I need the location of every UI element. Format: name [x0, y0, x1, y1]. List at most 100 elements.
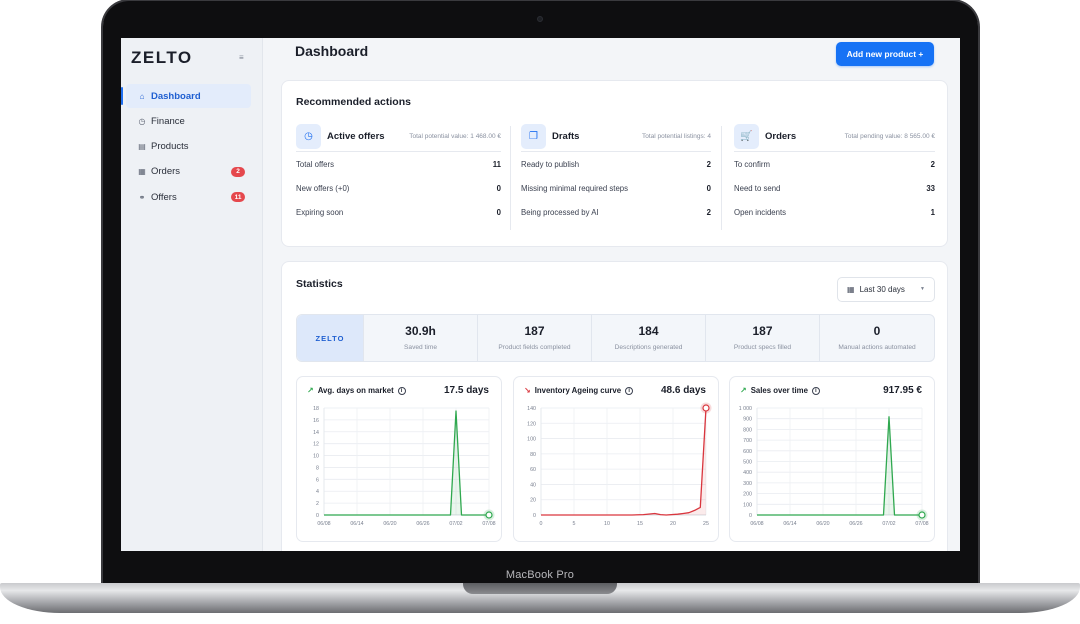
orders-title: Orders — [765, 131, 797, 142]
chart-sales-over-time[interactable]: ↗ Sales over time i 917.95 € 0 100 200 300 400… — [729, 376, 935, 542]
last-point-marker — [702, 404, 710, 412]
sidebar-item-products[interactable]: ▤ Products — [126, 135, 251, 159]
x-tick-label: 06/20 — [816, 521, 829, 527]
y-tick-label: 0 — [533, 513, 536, 519]
brand-logo: ZELTO — [297, 315, 363, 361]
main-content: Dashboard Add new product + Recommended … — [281, 38, 951, 551]
kpi-label: Product fields completed — [498, 344, 571, 351]
box-icon: ▤ — [138, 142, 146, 152]
kpi-descriptions: 184 Descriptions generated — [591, 315, 705, 361]
kpi-manual-actions: 0 Manual actions automated — [819, 315, 934, 361]
series-line — [757, 416, 922, 516]
kpi-value: 187 — [524, 324, 545, 338]
row-value: 0 — [706, 183, 711, 193]
period-select-value: Last 30 days — [859, 285, 905, 294]
sidebar-item-label: Orders — [151, 166, 181, 178]
y-tick-label: 100 — [527, 437, 536, 443]
x-tick-label: 06/14 — [350, 521, 363, 527]
y-tick-label: 12 — [313, 442, 319, 448]
recommended-actions-title: Recommended actions — [296, 96, 411, 108]
y-tick-label: 14 — [313, 430, 319, 436]
kpi-label: Product specs filled — [733, 344, 792, 351]
sidebar-item-label: Dashboard — [151, 90, 201, 102]
active-offers-header[interactable]: ◷ Active offers Total potential value: 1… — [296, 124, 501, 152]
period-select[interactable]: ▦ Last 30 days ▼ — [837, 277, 935, 302]
y-tick-label: 500 — [743, 460, 752, 466]
y-tick-label: 2 — [316, 501, 319, 507]
list-item[interactable]: Expiring soon 0 — [296, 200, 501, 224]
camera-icon — [537, 16, 543, 22]
list-item[interactable]: To confirm 2 — [734, 152, 935, 176]
y-tick-label: 18 — [313, 406, 319, 412]
chart-avg-days-on-market[interactable]: ↗ Avg. days on market i 17.5 days 0 2 4 6 8 10 1… — [296, 376, 502, 542]
row-label: New offers (+0) — [296, 183, 350, 193]
kpi-label: Manual actions automated — [838, 344, 916, 351]
y-tick-label: 700 — [743, 438, 752, 444]
y-tick-label: 0 — [749, 513, 752, 519]
list-item[interactable]: Missing minimal required steps 0 — [521, 176, 711, 200]
row-value: 0 — [496, 183, 501, 193]
y-tick-label: 200 — [743, 492, 752, 498]
app-logo[interactable]: ZELTO — [131, 48, 193, 68]
sidebar: ZELTO ≡ ⌂ Dashboard ◷ Finance ▤ Products… — [121, 38, 263, 551]
row-value: 2 — [930, 159, 935, 169]
kpi-strip: ZELTO 30.9h Saved time 187 Product field… — [296, 314, 935, 362]
screen: ZELTO ≡ ⌂ Dashboard ◷ Finance ▤ Products… — [121, 38, 960, 551]
sidebar-item-dashboard[interactable]: ⌂ Dashboard — [121, 84, 251, 108]
x-tick-label: 5 — [573, 521, 576, 527]
drafts-meta: Total potential listings: 4 — [641, 133, 711, 140]
row-label: Expiring soon — [296, 207, 344, 217]
list-item[interactable]: Need to send 33 — [734, 176, 935, 200]
row-value: 33 — [926, 183, 935, 193]
x-tick-label: 07/08 — [482, 521, 495, 527]
add-new-product-button[interactable]: Add new product + — [836, 42, 934, 66]
receipt-icon: ▦ — [138, 167, 146, 177]
drafts-header[interactable]: ❐ Drafts Total potential listings: 4 — [521, 124, 711, 152]
y-tick-label: 80 — [530, 452, 536, 458]
y-tick-label: 300 — [743, 481, 752, 487]
active-offers-meta: Total potential value: 1 468.00 € — [409, 133, 501, 140]
row-value: 11 — [492, 159, 501, 169]
x-tick-label: 06/14 — [783, 521, 796, 527]
sidebar-item-label: Products — [151, 141, 189, 153]
list-item[interactable]: New offers (+0) 0 — [296, 176, 501, 200]
x-tick-label: 06/26 — [849, 521, 862, 527]
x-tick-label: 20 — [670, 521, 676, 527]
device-label: MacBook Pro — [505, 569, 575, 581]
y-tick-label: 20 — [530, 498, 536, 504]
kpi-product-specs: 187 Product specs filled — [705, 315, 819, 361]
tag-icon: ⚭ — [138, 192, 146, 202]
clock-icon: ◷ — [296, 124, 321, 149]
x-tick-label: 15 — [637, 521, 643, 527]
row-value: 0 — [496, 207, 501, 217]
offers-count-badge: 11 — [231, 192, 245, 203]
series-area — [541, 408, 706, 515]
list-item[interactable]: Open incidents 1 — [734, 200, 935, 224]
cart-icon: 🛒 — [734, 124, 759, 149]
sidebar-item-offers[interactable]: ⚭ Offers 11 — [126, 185, 251, 209]
kpi-saved-time: 30.9h Saved time — [363, 315, 477, 361]
active-offers-title: Active offers — [327, 131, 385, 142]
last-point-marker — [918, 511, 926, 519]
list-item[interactable]: Ready to publish 2 — [521, 152, 711, 176]
sidebar-item-finance[interactable]: ◷ Finance — [126, 109, 251, 133]
drafts-panel: ❐ Drafts Total potential listings: 4 Rea… — [521, 124, 711, 224]
x-tick-label: 06/26 — [416, 521, 429, 527]
home-icon: ⌂ — [139, 91, 145, 101]
chart-plot: 0 100 200 300 400 500 600 700 800 900 1 000 06/08 06… — [739, 406, 929, 527]
y-tick-label: 140 — [527, 406, 536, 412]
chart-inventory-ageing[interactable]: ↘ Inventory Ageing curve i 48.6 days 0 20 40… — [513, 376, 719, 542]
drafts-icon: ❐ — [521, 124, 546, 149]
row-label: Missing minimal required steps — [521, 183, 629, 193]
y-tick-label: 1 000 — [739, 406, 752, 412]
row-value: 1 — [930, 207, 935, 217]
list-item[interactable]: Total offers 11 — [296, 152, 501, 176]
y-tick-label: 60 — [530, 467, 536, 473]
collapse-menu-icon[interactable]: ≡ — [239, 53, 244, 62]
y-tick-label: 600 — [743, 449, 752, 455]
orders-header[interactable]: 🛒 Orders Total pending value: 8 565.00 € — [734, 124, 935, 152]
list-item[interactable]: Being processed by AI 2 — [521, 200, 711, 224]
sidebar-item-orders[interactable]: ▦ Orders 2 — [126, 160, 251, 184]
x-tick-label: 07/02 — [882, 521, 895, 527]
x-tick-label: 06/08 — [750, 521, 763, 527]
